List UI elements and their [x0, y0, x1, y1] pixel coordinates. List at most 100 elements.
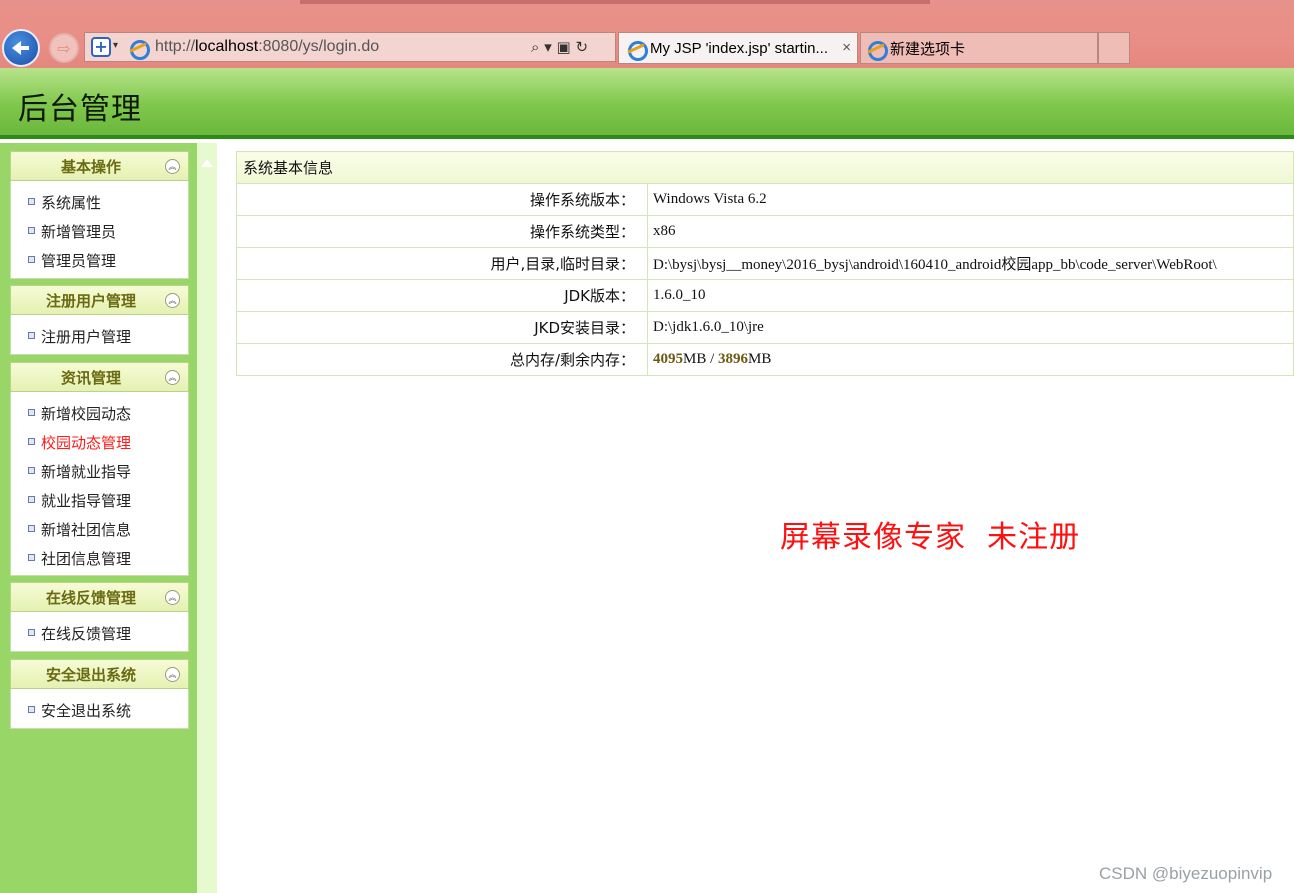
- collapse-icon[interactable]: ︽: [165, 370, 180, 385]
- sidebar-item-label: 校园动态管理: [41, 434, 132, 452]
- sidebar: 基本操作 ︽ 系统属性 新增管理员 管理员管理 注册用户管理 ︽ 注册用户管理 …: [0, 143, 197, 893]
- bullet-icon: [28, 467, 35, 474]
- forward-button[interactable]: ⇨: [49, 33, 79, 63]
- csdn-credit: CSDN @biyezuopinvip: [1099, 864, 1273, 883]
- bullet-icon: [28, 409, 35, 416]
- sidebar-group-header[interactable]: 基本操作 ︽: [10, 151, 189, 181]
- sidebar-group-feedback: 在线反馈管理 ︽ 在线反馈管理: [10, 582, 189, 652]
- row-key: JDK版本：: [236, 279, 648, 312]
- sidebar-item-label: 新增管理员: [41, 223, 117, 241]
- sidebar-item-career-guide-manage[interactable]: 就业指导管理: [11, 485, 188, 514]
- recorder-watermark: 屏幕录像专家 未注册: [780, 520, 1081, 555]
- sidebar-item-label: 新增校园动态: [41, 405, 132, 423]
- bullet-icon: [28, 706, 35, 713]
- sidebar-item-label: 新增就业指导: [41, 463, 132, 481]
- system-info-table: 系统基本信息 操作系统版本： Windows Vista 6.2 操作系统类型：…: [236, 151, 1294, 376]
- search-icon[interactable]: ⌕: [531, 38, 539, 56]
- back-button[interactable]: [2, 29, 40, 67]
- chevron-down-icon[interactable]: ▾: [113, 40, 118, 51]
- tab-title: My JSP 'index.jsp' startin...: [650, 39, 829, 57]
- dropdown-icon[interactable]: ▾: [544, 38, 552, 56]
- sidebar-item-logout[interactable]: 安全退出系统: [11, 695, 188, 724]
- sidebar-collapse-strip[interactable]: [197, 143, 217, 893]
- row-value: 1.6.0_10: [647, 279, 1294, 312]
- tab-new[interactable]: 新建选项卡: [860, 32, 1098, 64]
- collapse-icon[interactable]: ︽: [165, 667, 180, 682]
- memory-total: 4095: [653, 351, 683, 367]
- table-caption: 系统基本信息: [236, 151, 1294, 184]
- url-host: localhost: [195, 38, 259, 55]
- sidebar-group-body: 安全退出系统: [10, 689, 189, 729]
- ie-icon: [627, 39, 648, 61]
- sidebar-item-add-campus-news[interactable]: 新增校园动态: [11, 398, 188, 427]
- memory-unit: MB: [683, 351, 707, 367]
- sidebar-item-label: 在线反馈管理: [41, 625, 132, 643]
- sidebar-item-label: 安全退出系统: [41, 702, 132, 720]
- sidebar-group-body: 在线反馈管理: [10, 612, 189, 652]
- sidebar-group-header[interactable]: 注册用户管理 ︽: [10, 285, 189, 315]
- table-caption-row: 系统基本信息: [236, 151, 1294, 184]
- refresh-icon[interactable]: ↻: [575, 38, 588, 56]
- memory-unit: MB: [748, 351, 772, 367]
- collapse-icon[interactable]: ︽: [165, 159, 180, 174]
- sidebar-item-label: 就业指导管理: [41, 492, 132, 510]
- sidebar-item-feedback-manage[interactable]: 在线反馈管理: [11, 618, 188, 647]
- sidebar-group-body: 注册用户管理: [10, 315, 189, 355]
- row-value: x86: [647, 215, 1294, 248]
- close-icon[interactable]: ×: [842, 39, 851, 56]
- table-row-memory: 总内存/剩余内存： 4095MB / 3896MB: [236, 343, 1294, 376]
- group-title: 在线反馈管理: [45, 589, 136, 607]
- sidebar-group-header[interactable]: 安全退出系统 ︽: [10, 659, 189, 689]
- tab-title: 新建选项卡: [890, 40, 966, 58]
- group-title: 资讯管理: [60, 369, 121, 387]
- collapse-icon[interactable]: ︽: [165, 293, 180, 308]
- tab-index-jsp[interactable]: My JSP 'index.jsp' startin... ×: [618, 32, 858, 64]
- ie-icon: [129, 38, 150, 60]
- sidebar-item-add-admin[interactable]: 新增管理员: [11, 216, 188, 245]
- collapse-icon[interactable]: ︽: [165, 590, 180, 605]
- sidebar-item-add-club-info[interactable]: 新增社团信息: [11, 514, 188, 543]
- sidebar-item-admin-manage[interactable]: 管理员管理: [11, 245, 188, 274]
- row-key: 用户,目录,临时目录：: [236, 247, 648, 280]
- sidebar-item-user-manage[interactable]: 注册用户管理: [11, 321, 188, 350]
- sidebar-group-header[interactable]: 资讯管理 ︽: [10, 362, 189, 392]
- bullet-icon: [28, 525, 35, 532]
- table-row: JDK版本： 1.6.0_10: [236, 279, 1294, 312]
- sidebar-group-logout: 安全退出系统 ︽ 安全退出系统: [10, 659, 189, 729]
- sidebar-group-header[interactable]: 在线反馈管理 ︽: [10, 582, 189, 612]
- bullet-icon: [28, 198, 35, 205]
- sidebar-item-club-info-manage[interactable]: 社团信息管理: [11, 543, 188, 572]
- sidebar-item-label: 新增社团信息: [41, 521, 132, 539]
- row-key: 操作系统版本：: [236, 183, 648, 216]
- bullet-icon: [28, 629, 35, 636]
- url-prefix: http://: [155, 38, 196, 55]
- row-key: 总内存/剩余内存：: [236, 343, 648, 376]
- add-favorite-icon[interactable]: +: [91, 37, 111, 57]
- group-title: 基本操作: [60, 158, 121, 176]
- address-tools: ⌕ ▾ ▣ ↻: [531, 38, 588, 56]
- collapse-arrow-icon[interactable]: [201, 159, 213, 167]
- memory-value: 4095MB / 3896MB: [647, 343, 1294, 376]
- sidebar-item-label: 社团信息管理: [41, 550, 132, 568]
- sidebar-item-campus-news-manage[interactable]: 校园动态管理: [11, 427, 188, 456]
- group-title: 注册用户管理: [45, 292, 136, 310]
- row-value: D:\bysj\bysj__money\2016_bysj\android\16…: [647, 247, 1294, 280]
- page-title: 后台管理: [18, 92, 142, 127]
- bullet-icon: [28, 554, 35, 561]
- sidebar-group-body: 系统属性 新增管理员 管理员管理: [10, 181, 189, 279]
- new-tab-button[interactable]: [1098, 32, 1130, 64]
- table-row: JKD安装目录： D:\jdk1.6.0_10\jre: [236, 311, 1294, 344]
- browser-chrome: ⇨ + ▾ http://localhost:8080/ys/login.do …: [0, 0, 1294, 68]
- bullet-icon: [28, 256, 35, 263]
- address-bar[interactable]: + ▾ http://localhost:8080/ys/login.do ⌕ …: [84, 32, 616, 62]
- url-text[interactable]: http://localhost:8080/ys/login.do: [155, 38, 379, 56]
- bullet-icon: [28, 438, 35, 445]
- sidebar-group-basic: 基本操作 ︽ 系统属性 新增管理员 管理员管理: [10, 151, 189, 279]
- ie-icon: [867, 39, 888, 61]
- sidebar-item-add-career-guide[interactable]: 新增就业指导: [11, 456, 188, 485]
- sidebar-item-label: 管理员管理: [41, 252, 117, 270]
- row-key: 操作系统类型：: [236, 215, 648, 248]
- compat-view-icon[interactable]: ▣: [557, 38, 571, 56]
- memory-free: 3896: [718, 351, 749, 367]
- sidebar-item-system-props[interactable]: 系统属性: [11, 187, 188, 216]
